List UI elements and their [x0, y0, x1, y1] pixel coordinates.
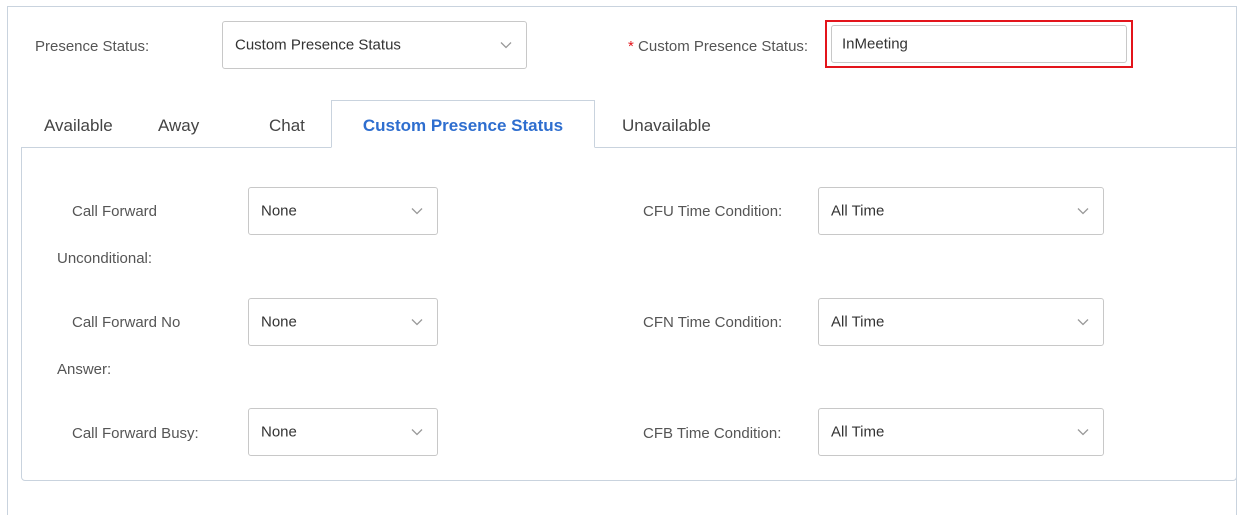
cfu-time-condition-value: All Time	[831, 202, 885, 220]
chevron-down-icon	[1077, 208, 1089, 215]
tab-away[interactable]: Away	[158, 116, 199, 136]
tab-available[interactable]: Available	[44, 116, 113, 136]
cfu-value: None	[261, 202, 297, 220]
cfb-time-condition-value: All Time	[831, 423, 885, 441]
cfu-time-condition-select[interactable]: All Time	[818, 187, 1104, 235]
cfb-label: Call Forward Busy:	[72, 425, 199, 442]
tab-chat[interactable]: Chat	[269, 116, 305, 136]
cfn-label-line1: Call Forward No	[72, 314, 181, 331]
cfn-value: None	[261, 313, 297, 331]
custom-presence-status-field[interactable]	[831, 25, 1127, 63]
chevron-down-icon	[500, 42, 512, 49]
chevron-down-icon	[411, 429, 423, 436]
cfn-time-condition-value: All Time	[831, 313, 885, 331]
custom-presence-status-highlight	[825, 20, 1133, 68]
cfn-time-condition-select[interactable]: All Time	[818, 298, 1104, 346]
chevron-down-icon	[1077, 319, 1089, 326]
cfn-label-line2: Answer:	[57, 361, 112, 378]
chevron-down-icon	[411, 319, 423, 326]
cfn-select[interactable]: None	[248, 298, 438, 346]
cfb-value: None	[261, 423, 297, 441]
cfu-select[interactable]: None	[248, 187, 438, 235]
custom-presence-status-input[interactable]	[842, 35, 1112, 53]
custom-presence-status-label-text: Custom Presence Status:	[638, 38, 809, 55]
tab-unavailable[interactable]: Unavailable	[622, 116, 711, 136]
cfb-select[interactable]: None	[248, 408, 438, 456]
chevron-down-icon	[1077, 429, 1089, 436]
cfu-label-line1: Call Forward	[72, 203, 158, 220]
cfb-time-condition-label: CFB Time Condition:	[643, 425, 782, 442]
cfu-label-line2: Unconditional:	[57, 250, 153, 267]
cfn-time-condition-label: CFN Time Condition:	[643, 314, 783, 331]
cfu-time-condition-label: CFU Time Condition:	[643, 203, 783, 220]
chevron-down-icon	[411, 208, 423, 215]
tab-custom-presence-status[interactable]: Custom Presence Status	[331, 100, 595, 148]
cfb-time-condition-select[interactable]: All Time	[818, 408, 1104, 456]
presence-status-value: Custom Presence Status	[235, 36, 401, 54]
presence-status-select[interactable]: Custom Presence Status	[222, 21, 527, 69]
required-mark: *	[628, 38, 634, 55]
custom-presence-status-label: * Custom Presence Status:	[628, 38, 808, 55]
presence-status-label: Presence Status:	[35, 38, 150, 55]
